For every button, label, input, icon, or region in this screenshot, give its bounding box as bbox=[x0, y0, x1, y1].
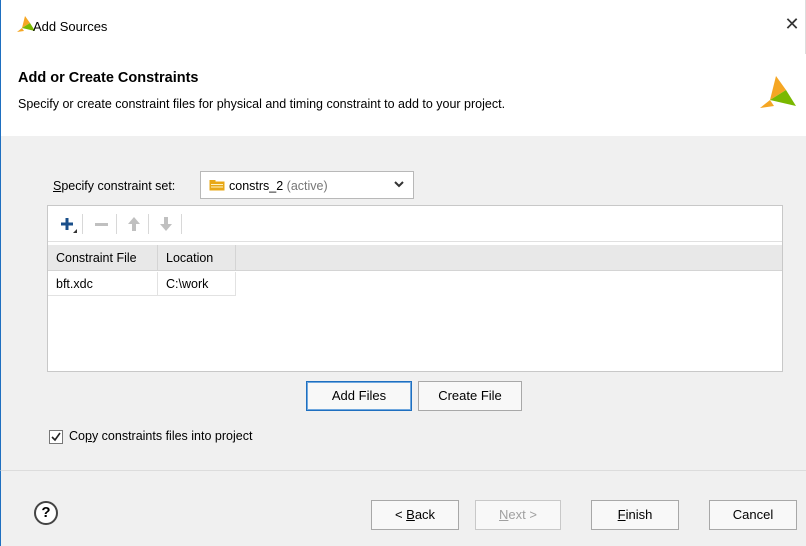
vivado-logo-icon bbox=[760, 76, 796, 108]
window-title: Add Sources bbox=[33, 19, 108, 34]
copy-constraints-label[interactable]: Copy constraints files into project bbox=[69, 429, 252, 443]
page-description: Specify or create constraint files for p… bbox=[18, 97, 506, 111]
finish-button[interactable]: Finish bbox=[591, 500, 679, 530]
toolbar-separator bbox=[116, 214, 117, 234]
copy-constraints-checkbox[interactable] bbox=[49, 430, 63, 444]
title-bar: Add Sources ✕ bbox=[0, 0, 806, 54]
toolbar-separator bbox=[82, 214, 83, 234]
column-header-location[interactable]: Location bbox=[158, 245, 236, 271]
constraint-set-select[interactable]: constrs_2 (active) bbox=[200, 171, 414, 199]
toolbar-separator bbox=[148, 214, 149, 234]
constraint-set-label: Specify constraint set: bbox=[53, 179, 176, 193]
wizard-footer: ? < Back Next > Finish Cancel bbox=[0, 470, 806, 546]
add-icon[interactable] bbox=[58, 214, 78, 234]
page-title: Add or Create Constraints bbox=[18, 70, 199, 86]
wizard-content: Specify constraint set: constrs_2 (activ… bbox=[0, 136, 806, 470]
constraint-files-panel: Constraint File Location bft.xdc C:\work bbox=[47, 205, 783, 372]
create-file-button[interactable]: Create File bbox=[418, 381, 522, 411]
folder-icon bbox=[209, 180, 225, 191]
next-button[interactable]: Next > bbox=[475, 500, 561, 530]
move-down-icon[interactable] bbox=[156, 214, 176, 234]
back-button[interactable]: < Back bbox=[371, 500, 459, 530]
table-header: Constraint File Location bbox=[48, 245, 782, 271]
move-up-icon[interactable] bbox=[124, 214, 144, 234]
remove-icon[interactable] bbox=[92, 214, 112, 234]
cell-constraint-file: bft.xdc bbox=[48, 272, 158, 296]
constraint-set-value: constrs_2 (active) bbox=[229, 179, 328, 193]
wizard-header: Add or Create Constraints Specify or cre… bbox=[0, 54, 806, 136]
checkmark-icon bbox=[51, 432, 61, 442]
help-button[interactable]: ? bbox=[34, 501, 58, 525]
column-header-constraint-file[interactable]: Constraint File bbox=[48, 245, 158, 271]
close-button[interactable]: ✕ bbox=[783, 15, 801, 35]
chevron-down-icon bbox=[394, 181, 404, 188]
add-files-button[interactable]: Add Files bbox=[306, 381, 412, 411]
cell-location: C:\work bbox=[158, 272, 236, 296]
files-toolbar bbox=[48, 206, 782, 242]
cancel-button[interactable]: Cancel bbox=[709, 500, 797, 530]
toolbar-separator bbox=[181, 214, 182, 234]
